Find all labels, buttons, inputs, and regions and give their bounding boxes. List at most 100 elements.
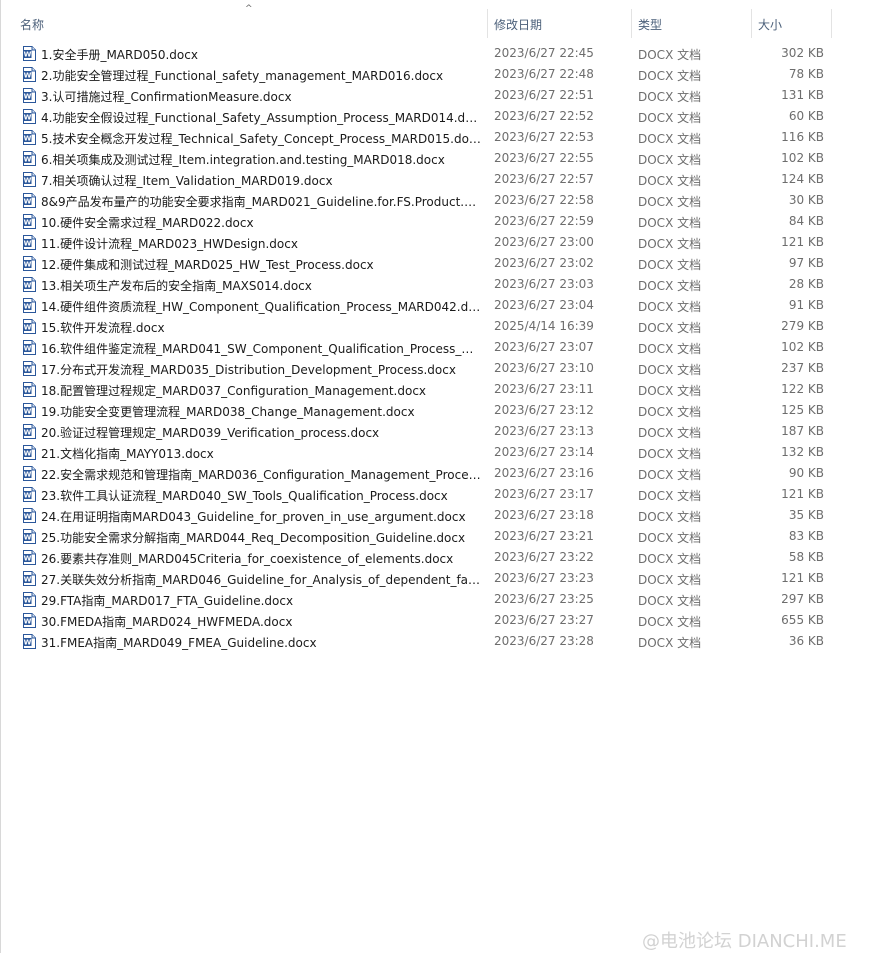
file-name[interactable]: 30.FMEDA指南_MARD024_HWFMEDA.docx [41, 613, 481, 630]
column-divider[interactable] [487, 9, 488, 38]
file-name[interactable]: 2.功能安全管理过程_Functional_safety_management_… [41, 67, 481, 84]
file-name[interactable]: 7.相关项确认过程_Item_Validation_MARD019.docx [41, 172, 481, 189]
file-modified-date: 2023/6/27 23:28 [494, 634, 594, 648]
file-row[interactable]: W 17.分布式开发流程_MARD035_Distribution_Develop… [0, 358, 874, 379]
svg-text:W: W [24, 639, 32, 647]
file-name[interactable]: 24.在用证明指南MARD043_Guideline_for_proven_in… [41, 508, 481, 525]
file-name[interactable]: 15.软件开发流程.docx [41, 319, 481, 336]
file-row[interactable]: W 20.验证过程管理规定_MARD039_Verification_proces… [0, 421, 874, 442]
file-row[interactable]: W 29.FTA指南_MARD017_FTA_Guideline.docx 2023… [0, 589, 874, 610]
column-header-bar: ^ 名称 修改日期 类型 大小 [0, 0, 874, 44]
column-divider[interactable] [751, 9, 752, 38]
column-header-modified[interactable]: 修改日期 [494, 16, 542, 33]
file-size: 125 KB [781, 403, 824, 417]
file-name[interactable]: 29.FTA指南_MARD017_FTA_Guideline.docx [41, 592, 481, 609]
file-name[interactable]: 26.要素共存准则_MARD045Criteria_for_coexistenc… [41, 550, 481, 567]
file-row[interactable]: W 15.软件开发流程.docx 2025/4/14 16:39 DOCX 文档 279… [0, 316, 874, 337]
file-name[interactable]: 12.硬件集成和测试过程_MARD025_HW_Test_Process.doc… [41, 256, 481, 273]
file-row[interactable]: W 21.文档化指南_MAYY013.docx 2023/6/27 23:14 DOC… [0, 442, 874, 463]
column-header-type[interactable]: 类型 [638, 16, 662, 33]
file-modified-date: 2023/6/27 23:17 [494, 487, 594, 501]
file-modified-date: 2023/6/27 23:10 [494, 361, 594, 375]
file-name[interactable]: 5.技术安全概念开发过程_Technical_Safety_Concept_Pr… [41, 130, 481, 147]
file-row[interactable]: W 19.功能安全变更管理流程_MARD038_Change_Management… [0, 400, 874, 421]
svg-text:W: W [24, 240, 32, 248]
file-name[interactable]: 18.配置管理过程规定_MARD037_Configuration_Manage… [41, 382, 481, 399]
file-row[interactable]: W 27.关联失效分析指南_MARD046_Guideline_for_Analy… [0, 568, 874, 589]
file-row[interactable]: W 26.要素共存准则_MARD045Criteria_for_coexisten… [0, 547, 874, 568]
file-row[interactable]: W 16.软件组件鉴定流程_MARD041_SW_Component_Qualif… [0, 337, 874, 358]
word-document-icon: W [23, 592, 36, 607]
file-row[interactable]: W 23.软件工具认证流程_MARD040_SW_Tools_Qualificat… [0, 484, 874, 505]
column-divider[interactable] [631, 9, 632, 38]
file-row[interactable]: W 13.相关项生产发布后的安全指南_MAXS014.docx 2023/6/27 … [0, 274, 874, 295]
word-document-icon: W [23, 109, 36, 124]
file-row[interactable]: W 3.认可措施过程_ConfirmationMeasure.docx 2023/6… [0, 85, 874, 106]
file-row[interactable]: W 24.在用证明指南MARD043_Guideline_for_proven_i… [0, 505, 874, 526]
file-name[interactable]: 10.硬件安全需求过程_MARD022.docx [41, 214, 481, 231]
word-document-icon: W [23, 403, 36, 418]
file-row[interactable]: W 1.安全手册_MARD050.docx 2023/6/27 22:45 DOCX … [0, 43, 874, 64]
word-document-icon: W [23, 529, 36, 544]
file-name[interactable]: 23.软件工具认证流程_MARD040_SW_Tools_Qualificati… [41, 487, 481, 504]
file-name[interactable]: 3.认可措施过程_ConfirmationMeasure.docx [41, 88, 481, 105]
file-name[interactable]: 1.安全手册_MARD050.docx [41, 46, 481, 63]
column-header-size[interactable]: 大小 [758, 16, 782, 33]
svg-text:W: W [24, 345, 32, 353]
file-name[interactable]: 22.安全需求规范和管理指南_MARD036_Configuration_Man… [41, 466, 481, 483]
file-row[interactable]: W 4.功能安全假设过程_Functional_Safety_Assumption… [0, 106, 874, 127]
file-modified-date: 2023/6/27 23:12 [494, 403, 594, 417]
file-row[interactable]: W 14.硬件组件资质流程_HW_Component_Qualification_… [0, 295, 874, 316]
file-name[interactable]: 8&9产品发布量产的功能安全要求指南_MARD021_Guideline.for… [41, 193, 481, 210]
file-row[interactable]: W 6.相关项集成及测试过程_Item.integration.and.testi… [0, 148, 874, 169]
file-row[interactable]: W 7.相关项确认过程_Item_Validation_MARD019.docx 2… [0, 169, 874, 190]
sort-ascending-icon: ^ [245, 4, 253, 14]
file-name[interactable]: 27.关联失效分析指南_MARD046_Guideline_for_Analys… [41, 571, 481, 588]
svg-text:W: W [24, 408, 32, 416]
file-name[interactable]: 31.FMEA指南_MARD049_FMEA_Guideline.docx [41, 634, 481, 651]
file-name[interactable]: 14.硬件组件资质流程_HW_Component_Qualification_P… [41, 298, 481, 315]
word-document-icon: W [23, 340, 36, 355]
file-name[interactable]: 16.软件组件鉴定流程_MARD041_SW_Component_Qualifi… [41, 340, 481, 357]
file-row[interactable]: W 8&9产品发布量产的功能安全要求指南_MARD021_Guideline.fo… [0, 190, 874, 211]
file-row[interactable]: W 10.硬件安全需求过程_MARD022.docx 2023/6/27 22:59… [0, 211, 874, 232]
word-document-icon: W [23, 466, 36, 481]
file-type: DOCX 文档 [638, 216, 702, 230]
file-type: DOCX 文档 [638, 468, 702, 482]
file-name[interactable]: 4.功能安全假设过程_Functional_Safety_Assumption_… [41, 109, 481, 126]
file-name[interactable]: 19.功能安全变更管理流程_MARD038_Change_Management.… [41, 403, 481, 420]
file-row[interactable]: W 30.FMEDA指南_MARD024_HWFMEDA.docx 2023/6/2… [0, 610, 874, 631]
svg-text:W: W [24, 324, 32, 332]
file-name[interactable]: 13.相关项生产发布后的安全指南_MAXS014.docx [41, 277, 481, 294]
svg-text:W: W [24, 618, 32, 626]
file-row[interactable]: W 25.功能安全需求分解指南_MARD044_Req_Decomposition… [0, 526, 874, 547]
file-name[interactable]: 11.硬件设计流程_MARD023_HWDesign.docx [41, 235, 481, 252]
word-document-icon: W [23, 634, 36, 649]
file-size: 28 KB [788, 277, 824, 291]
file-row[interactable]: W 18.配置管理过程规定_MARD037_Configuration_Manag… [0, 379, 874, 400]
file-name[interactable]: 6.相关项集成及测试过程_Item.integration.and.testin… [41, 151, 481, 168]
file-row[interactable]: W 12.硬件集成和测试过程_MARD025_HW_Test_Process.do… [0, 253, 874, 274]
word-document-icon: W [23, 361, 36, 376]
file-type: DOCX 文档 [638, 90, 702, 104]
file-row[interactable]: W 31.FMEA指南_MARD049_FMEA_Guideline.docx 20… [0, 631, 874, 652]
file-name[interactable]: 21.文档化指南_MAYY013.docx [41, 445, 481, 462]
file-row[interactable]: W 5.技术安全概念开发过程_Technical_Safety_Concept_P… [0, 127, 874, 148]
column-header-name[interactable]: 名称 [20, 16, 44, 33]
file-name[interactable]: 20.验证过程管理规定_MARD039_Verification_process… [41, 424, 481, 441]
file-size: 655 KB [781, 613, 824, 627]
file-type: DOCX 文档 [638, 615, 702, 629]
file-row[interactable]: W 11.硬件设计流程_MARD023_HWDesign.docx 2023/6/2… [0, 232, 874, 253]
file-size: 237 KB [781, 361, 824, 375]
file-name[interactable]: 17.分布式开发流程_MARD035_Distribution_Developm… [41, 361, 481, 378]
svg-text:W: W [24, 429, 32, 437]
file-row[interactable]: W 2.功能安全管理过程_Functional_safety_management… [0, 64, 874, 85]
file-type: DOCX 文档 [638, 363, 702, 377]
svg-text:W: W [24, 72, 32, 80]
column-divider[interactable] [831, 9, 832, 38]
file-name[interactable]: 25.功能安全需求分解指南_MARD044_Req_Decomposition_… [41, 529, 481, 546]
file-modified-date: 2023/6/27 22:48 [494, 67, 594, 81]
file-row[interactable]: W 22.安全需求规范和管理指南_MARD036_Configuration_Ma… [0, 463, 874, 484]
file-type: DOCX 文档 [638, 573, 702, 587]
file-type: DOCX 文档 [638, 153, 702, 167]
